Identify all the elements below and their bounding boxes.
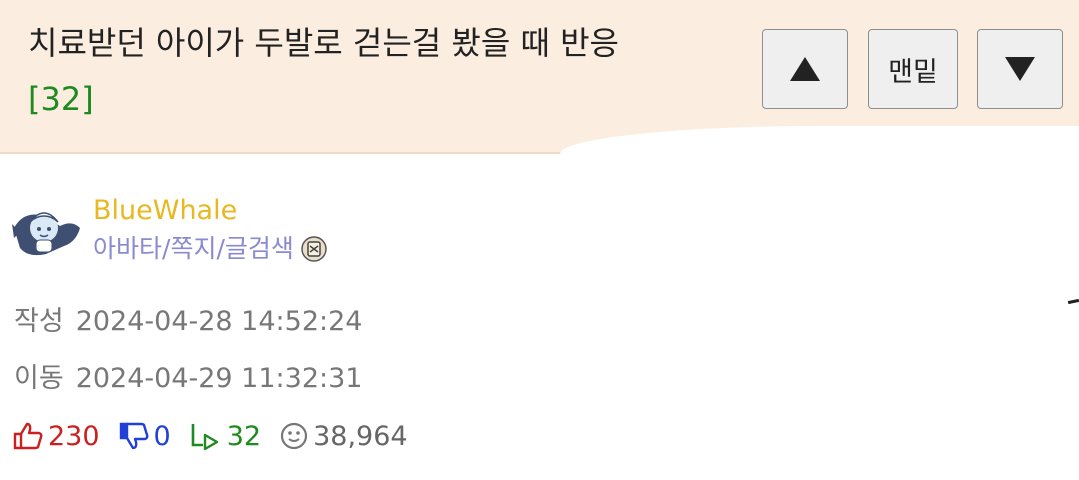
post-search-link[interactable]: 글검색 <box>225 232 294 266</box>
scroll-top-button[interactable] <box>762 29 848 109</box>
written-date: 2024-04-28 14:52:24 <box>75 306 363 337</box>
moved-date: 2024-04-29 11:32:31 <box>75 363 363 394</box>
written-date-row: 작성 2024-04-28 14:52:24 <box>14 305 362 339</box>
comment-count[interactable]: [32] <box>28 76 94 122</box>
reply-count: 32 <box>226 420 262 452</box>
reply-arrow-icon <box>191 424 218 451</box>
smiley-views-icon <box>280 422 308 450</box>
view-count: 38,964 <box>313 420 408 452</box>
author-name[interactable]: BlueWhale <box>93 194 237 228</box>
scroll-down-button[interactable] <box>977 29 1063 109</box>
moved-date-row: 이동 2024-04-29 11:32:31 <box>14 362 362 396</box>
view-stat: 38,964 <box>279 420 408 452</box>
triangle-up-icon <box>790 57 820 81</box>
triangle-down-icon <box>1005 57 1035 81</box>
scroll-bottom-button[interactable]: 맨밑 <box>868 29 958 109</box>
avatar[interactable] <box>10 198 84 262</box>
link-separator: / <box>162 234 171 263</box>
level-badge-icon <box>301 236 327 262</box>
avatar-link[interactable]: 아바타 <box>93 232 162 266</box>
written-label: 작성 <box>14 306 64 337</box>
message-link[interactable]: 쪽지 <box>170 232 216 266</box>
thumbs-down-icon <box>119 422 148 450</box>
author-links: 아바타 / 쪽지 / 글검색 <box>93 232 328 266</box>
moved-label: 이동 <box>14 363 64 394</box>
downvote-count: 0 <box>153 420 171 452</box>
downvote-stat[interactable]: 0 <box>118 421 171 452</box>
edge-artifact <box>1067 298 1079 305</box>
post-stats: 230 0 32 38,964 <box>12 418 426 454</box>
upvote-count: 230 <box>48 420 100 452</box>
link-separator: / <box>216 234 225 263</box>
header-curve-decoration <box>560 126 1079 186</box>
reply-stat[interactable]: 32 <box>189 421 261 452</box>
post-title: 치료받던 아이가 두발로 걷는걸 봤을 때 반응 <box>28 24 619 62</box>
thumbs-up-icon <box>13 422 43 450</box>
upvote-stat[interactable]: 230 <box>12 421 100 452</box>
